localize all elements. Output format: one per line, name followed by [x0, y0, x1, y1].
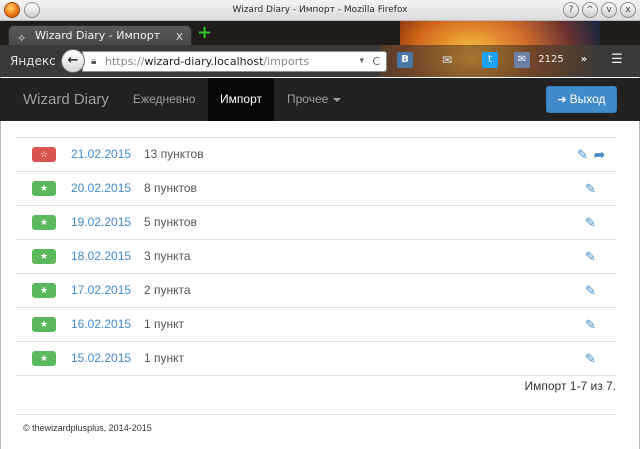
share-icon[interactable]: ➦: [594, 138, 605, 171]
reload-icon[interactable]: C: [372, 52, 380, 71]
site-navbar: Wizard Diary Ежедневно Импорт Прочее ➜ Вы…: [0, 78, 640, 121]
table-row: ★ 20.02.2015 8 пунктов ✎: [16, 172, 616, 206]
url-text[interactable]: https://wizard-diary.localhost/imports: [105, 52, 309, 71]
caret-down-icon: [333, 97, 342, 102]
pencil-icon[interactable]: ✎: [585, 172, 596, 205]
import-date-link[interactable]: 20.02.2015: [71, 172, 131, 205]
star-toggle-icon[interactable]: ★: [32, 351, 56, 366]
table-row: ★ 19.02.2015 5 пунктов ✎: [16, 206, 616, 240]
footer: © thewizardplusplus, 2014-2015: [16, 414, 616, 433]
pencil-icon[interactable]: ✎: [577, 138, 588, 171]
mailbox-icon[interactable]: ✉: [514, 52, 530, 68]
tab-close-icon[interactable]: x: [176, 26, 183, 45]
hamburger-menu-icon[interactable]: ☰: [609, 52, 625, 68]
star-toggle-icon[interactable]: ★: [32, 283, 56, 298]
logout-button[interactable]: ➜ Выход: [546, 86, 617, 113]
table-row: ★ 17.02.2015 2 пункта ✎: [16, 274, 616, 308]
sign-out-icon: ➜: [557, 94, 567, 106]
starred-toggle-icon[interactable]: ☆: [32, 147, 56, 162]
tab-label: Wizard Diary - Импорт: [35, 29, 161, 42]
url-history-dropdown-icon[interactable]: ▾: [359, 52, 364, 71]
yandex-logo[interactable]: Яндекс: [10, 53, 56, 69]
overflow-chevron-icon[interactable]: »: [577, 52, 591, 68]
star-toggle-icon[interactable]: ★: [32, 181, 56, 196]
import-count: 2 пункта: [144, 283, 191, 297]
imports-table: ☆ 21.02.2015 13 пунктов ✎ ➦ ★ 20.02.2015 8 пунк…: [16, 137, 616, 376]
logout-label: Выход: [569, 92, 606, 106]
pencil-icon[interactable]: ✎: [585, 274, 596, 307]
pager-summary: Импорт 1-7 из 7.: [524, 379, 616, 393]
import-date-link[interactable]: 17.02.2015: [71, 274, 131, 307]
import-count: 5 пунктов: [144, 215, 197, 229]
import-count: 1 пункт: [144, 317, 185, 331]
star-toggle-icon[interactable]: ★: [32, 249, 56, 264]
main-content: ☆ 21.02.2015 13 пунктов ✎ ➦ ★ 20.02.2015 8 пунк…: [16, 121, 616, 433]
import-date-link[interactable]: 18.02.2015: [71, 240, 131, 273]
mail-counter[interactable]: 2125: [538, 52, 564, 68]
tab-strip: ✧ Wizard Diary - Импорт x +: [0, 21, 640, 45]
url-path: /imports: [263, 55, 310, 68]
table-row: ☆ 21.02.2015 13 пунктов ✎ ➦: [16, 138, 616, 172]
url-host: wizard-diary.localhost: [144, 55, 264, 68]
browser-toolbar: Яндекс 🔒︎ https://wizard-diary.localhost…: [0, 45, 640, 77]
nav-item-other[interactable]: Прочее: [287, 78, 342, 121]
pencil-icon[interactable]: ✎: [585, 206, 596, 239]
site-brand[interactable]: Wizard Diary: [23, 78, 109, 121]
back-button[interactable]: ←: [61, 49, 85, 73]
new-tab-button[interactable]: +: [197, 23, 212, 43]
lock-icon: 🔒︎: [91, 56, 97, 67]
import-count: 3 пункта: [144, 249, 191, 263]
url-scheme: https://: [105, 55, 145, 68]
nav-item-daily[interactable]: Ежедневно: [133, 78, 195, 121]
import-count: 13 пунктов: [144, 147, 204, 161]
tab-favicon-icon: ✧: [17, 32, 27, 45]
import-date-link[interactable]: 16.02.2015: [71, 308, 131, 341]
window-menu-button[interactable]: ?: [24, 2, 40, 18]
twitter-icon[interactable]: t: [482, 52, 498, 68]
window-titlebar: Wizard Diary - Импорт - Mozilla Firefox …: [0, 0, 640, 21]
pencil-icon[interactable]: ✎: [585, 342, 596, 375]
import-count: 1 пункт: [144, 351, 185, 365]
import-date-link[interactable]: 15.02.2015: [71, 342, 131, 375]
mail-icon[interactable]: ✉: [440, 52, 454, 68]
footer-copyright: © thewizardplusplus, 2014-2015: [23, 423, 152, 433]
tab-wizard-diary[interactable]: ✧ Wizard Diary - Импорт x: [8, 25, 192, 45]
window-title: Wizard Diary - Импорт - Mozilla Firefox: [232, 5, 408, 15]
star-toggle-icon[interactable]: ★: [32, 317, 56, 332]
table-row: ★ 16.02.2015 1 пункт ✎: [16, 308, 616, 342]
table-row: ★ 15.02.2015 1 пункт ✎: [16, 342, 616, 376]
nav-item-other-label: Прочее: [287, 92, 329, 106]
import-date-link[interactable]: 21.02.2015: [71, 138, 131, 171]
window-border-left: [0, 77, 1, 449]
import-date-link[interactable]: 19.02.2015: [71, 206, 131, 239]
minimize-button[interactable]: v: [601, 2, 617, 18]
close-window-button[interactable]: x: [620, 2, 636, 18]
pencil-icon[interactable]: ✎: [585, 240, 596, 273]
vk-icon[interactable]: В: [397, 52, 413, 68]
browser-theme-artwork: [400, 21, 600, 45]
pencil-icon[interactable]: ✎: [585, 308, 596, 341]
help-button[interactable]: ?: [563, 2, 579, 18]
import-count: 8 пунктов: [144, 181, 197, 195]
table-row: ★ 18.02.2015 3 пункта ✎: [16, 240, 616, 274]
nav-item-import[interactable]: Импорт: [208, 78, 274, 121]
firefox-icon[interactable]: [4, 2, 20, 18]
maximize-button[interactable]: ^: [582, 2, 598, 18]
star-toggle-icon[interactable]: ★: [32, 215, 56, 230]
url-bar[interactable]: 🔒︎ https://wizard-diary.localhost/import…: [82, 51, 387, 72]
